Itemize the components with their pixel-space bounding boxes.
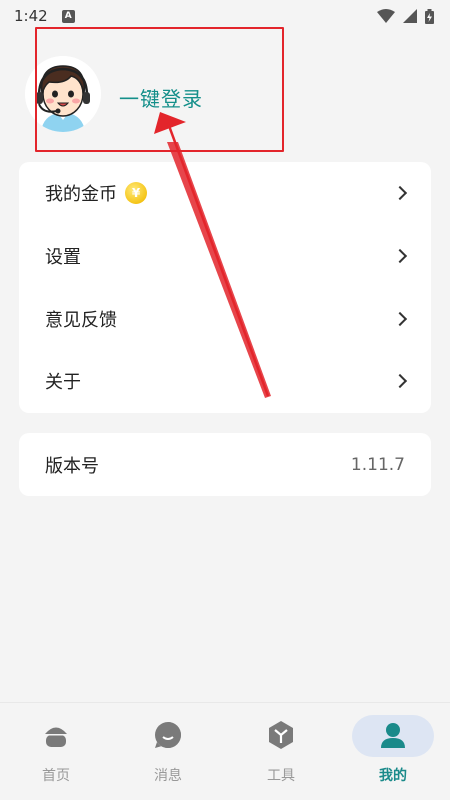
menu-item-settings[interactable]: 设置 bbox=[19, 225, 431, 287]
version-label: 版本号 bbox=[45, 455, 99, 477]
status-time: 1:42 bbox=[14, 7, 48, 25]
wifi-icon bbox=[377, 9, 395, 23]
tab-profile[interactable]: 我的 bbox=[337, 703, 449, 800]
menu-card: 我的金币 ¥ 设置 意见反馈 关于 bbox=[19, 162, 431, 413]
menu-item-label: 关于 bbox=[45, 372, 81, 393]
tools-icon bbox=[269, 721, 293, 749]
version-card: 版本号 1.11.7 bbox=[19, 433, 431, 496]
tab-tools[interactable]: 工具 bbox=[225, 703, 337, 800]
tab-label: 工具 bbox=[267, 768, 295, 784]
tab-messages[interactable]: 消息 bbox=[112, 703, 224, 800]
signal-icon bbox=[403, 9, 417, 23]
home-icon bbox=[45, 727, 67, 747]
tab-label: 首页 bbox=[42, 768, 70, 784]
coin-icon: ¥ bbox=[125, 182, 147, 204]
version-value: 1.11.7 bbox=[350, 454, 405, 475]
highlight-box bbox=[35, 27, 284, 152]
bottom-tab-bar: 首页 消息 工具 我的 bbox=[0, 702, 450, 800]
tab-label: 消息 bbox=[154, 768, 182, 784]
menu-item-label: 意见反馈 bbox=[45, 310, 117, 331]
profile-icon bbox=[381, 723, 405, 748]
message-icon bbox=[155, 722, 181, 748]
tab-home[interactable]: 首页 bbox=[0, 703, 112, 800]
chevron-right-icon bbox=[392, 185, 408, 201]
battery-icon bbox=[425, 8, 434, 24]
menu-item-label: 我的金币 bbox=[45, 184, 117, 205]
chevron-right-icon bbox=[392, 373, 408, 389]
menu-item-coins[interactable]: 我的金币 ¥ bbox=[19, 162, 431, 224]
version-row: 版本号 1.11.7 bbox=[19, 433, 431, 496]
menu-item-label: 设置 bbox=[45, 247, 81, 268]
chevron-right-icon bbox=[392, 311, 408, 327]
chevron-right-icon bbox=[392, 248, 408, 264]
notification-icon: A bbox=[61, 9, 75, 23]
menu-item-about[interactable]: 关于 bbox=[19, 350, 431, 412]
tab-label: 我的 bbox=[379, 768, 407, 784]
menu-item-feedback[interactable]: 意见反馈 bbox=[19, 288, 431, 350]
